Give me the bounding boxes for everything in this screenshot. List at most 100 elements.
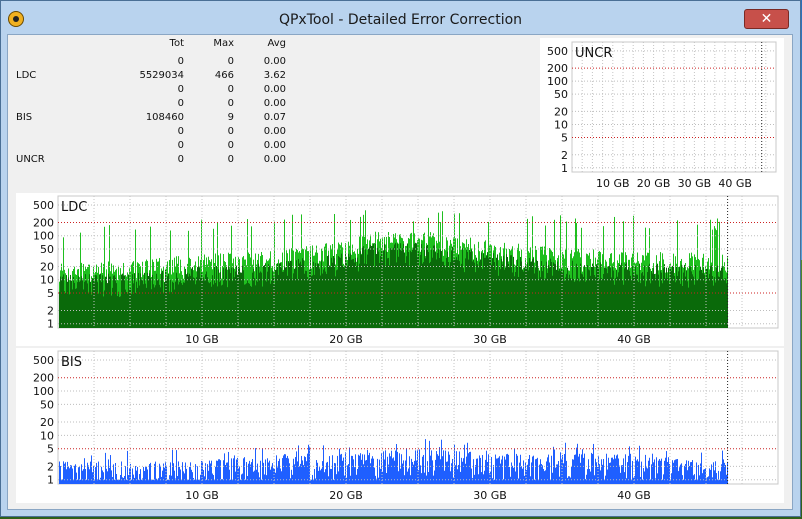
data-bar [702, 473, 703, 484]
data-bar-inner [174, 289, 175, 328]
data-bar-inner [669, 283, 670, 328]
data-bar-inner [445, 267, 446, 328]
data-bar-inner [697, 279, 698, 328]
data-bar-inner [278, 274, 279, 328]
data-bar-inner [126, 291, 127, 328]
data-bar-inner [146, 287, 147, 328]
title-bar[interactable]: QPxTool - Detailed Error Correction ✕ [1, 1, 800, 35]
data-bar [640, 476, 641, 484]
data-bar-inner [474, 262, 475, 328]
row-max: 0 [227, 84, 234, 95]
data-bar [259, 477, 260, 484]
data-bar-inner [438, 249, 439, 328]
data-bar [367, 450, 368, 484]
data-bar-inner [498, 275, 499, 328]
data-bar [136, 470, 137, 484]
data-bar [99, 479, 100, 484]
data-bar-inner [63, 274, 64, 328]
data-bar [500, 463, 501, 484]
data-bar-inner [632, 266, 633, 328]
data-bar-inner [156, 273, 157, 328]
data-bar [208, 470, 209, 484]
data-bar-inner [64, 291, 65, 328]
data-bar-inner [239, 268, 240, 328]
data-bar [319, 467, 320, 484]
data-bar-inner [660, 270, 661, 328]
data-bar [554, 449, 555, 484]
data-bar-inner [353, 259, 354, 328]
data-bar [503, 479, 504, 484]
data-bar-inner [286, 260, 287, 328]
data-bar-inner [226, 265, 227, 328]
data-bar [716, 473, 717, 484]
data-bar-inner [87, 283, 88, 328]
data-bar-inner [300, 261, 301, 328]
data-bar [558, 461, 559, 484]
data-bar-inner [540, 277, 541, 328]
data-bar [110, 455, 111, 484]
data-bar-inner [297, 279, 298, 328]
row-tot: 5529034 [139, 70, 184, 81]
data-bar [511, 462, 512, 484]
row-max: 0 [227, 98, 234, 109]
data-bar [672, 460, 673, 484]
data-bar [88, 465, 89, 484]
data-bar [404, 475, 405, 484]
data-bar-inner [427, 244, 428, 328]
row-label: BIS [16, 112, 33, 123]
data-bar-inner [514, 276, 515, 328]
data-bar-inner [640, 283, 641, 328]
y-tick-label: 50 [554, 88, 568, 101]
data-bar [465, 463, 466, 484]
data-bar [83, 469, 84, 484]
data-bar [231, 458, 232, 484]
data-bar-inner [681, 264, 682, 328]
data-bar-inner [377, 247, 378, 328]
data-bar-inner [436, 259, 437, 328]
data-bar-inner [609, 265, 610, 328]
data-bar [551, 455, 552, 484]
data-bar [116, 473, 117, 484]
row-avg: 0.00 [263, 56, 286, 67]
data-bar-inner [186, 274, 187, 328]
data-bar-inner [623, 284, 624, 328]
data-bar [680, 464, 681, 484]
data-bar [215, 466, 216, 484]
data-bar [288, 458, 289, 484]
data-bar [122, 477, 123, 484]
data-bar-inner [274, 284, 275, 328]
data-bar-inner [152, 274, 153, 328]
data-bar-inner [275, 269, 276, 328]
data-bar-inner [613, 270, 614, 328]
data-bar [377, 458, 378, 484]
data-bar [436, 451, 437, 484]
data-bar-inner [497, 254, 498, 328]
data-bar [573, 459, 574, 484]
data-bar [725, 464, 726, 484]
data-bar-inner [648, 265, 649, 328]
data-bar [392, 458, 393, 484]
data-bar-inner [289, 263, 290, 328]
data-bar-inner [71, 280, 72, 328]
data-bar [350, 475, 351, 484]
data-bar-inner [400, 243, 401, 328]
close-button[interactable]: ✕ [744, 9, 789, 29]
data-bar-inner [222, 284, 223, 328]
data-bar [263, 462, 264, 484]
data-bar [569, 476, 570, 484]
data-bar [426, 475, 427, 484]
data-bar [299, 466, 300, 484]
data-bar [316, 460, 317, 484]
data-bar [294, 464, 295, 484]
data-bar [174, 470, 175, 484]
data-bar [305, 457, 306, 484]
data-bar-inner [119, 297, 120, 328]
data-bar-inner [659, 286, 660, 328]
data-bar [396, 444, 397, 484]
data-bar-inner [441, 251, 442, 328]
data-bar-inner [387, 258, 388, 328]
data-bar [437, 454, 438, 484]
data-bar-inner [708, 278, 709, 328]
data-bar-inner [373, 243, 374, 328]
data-bar-inner [634, 276, 635, 328]
